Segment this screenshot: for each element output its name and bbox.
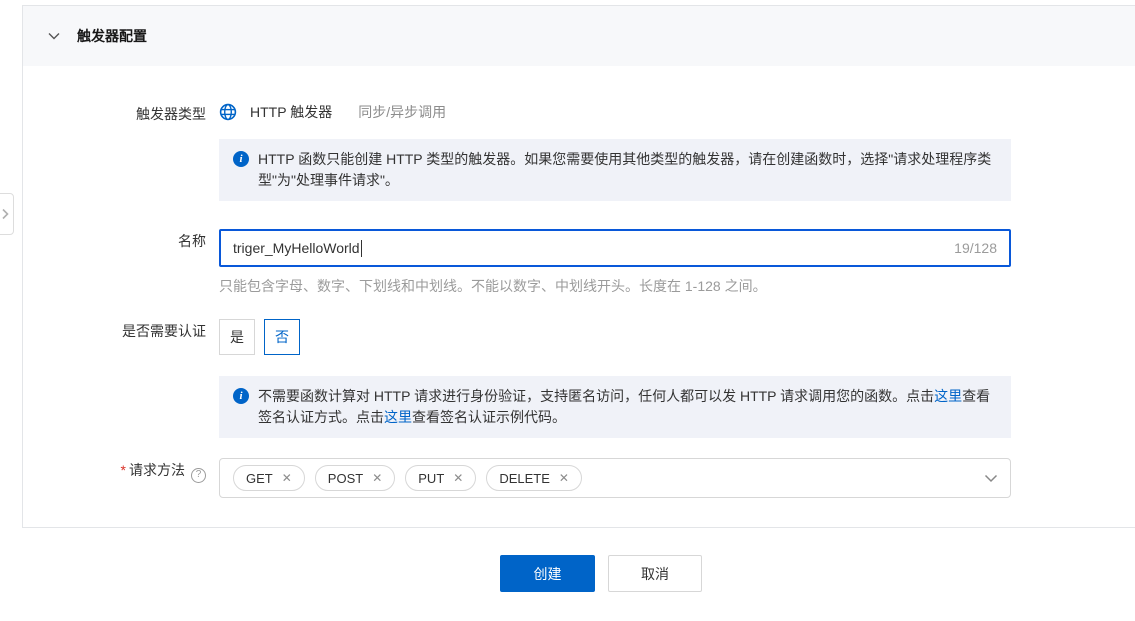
chevron-down-icon xyxy=(48,32,60,40)
remove-tag-icon[interactable]: ✕ xyxy=(282,471,292,485)
method-tag[interactable]: GET ✕ xyxy=(233,465,305,491)
info-icon: i xyxy=(233,151,249,167)
name-helper-text: 只能包含字母、数字、下划线和中划线。不能以数字、中划线开头。长度在 1-128 … xyxy=(219,277,1135,295)
http-trigger-info-text: HTTP 函数只能创建 HTTP 类型的触发器。如果您需要使用其他类型的触发器，… xyxy=(258,149,995,191)
method-tag[interactable]: POST ✕ xyxy=(315,465,395,491)
auth-label: 是否需要认证 xyxy=(23,319,206,341)
auth-info-box: i 不需要函数计算对 HTTP 请求进行身份验证，支持匿名访问，任何人都可以发 … xyxy=(219,376,1011,438)
request-methods-row: *请求方法? GET ✕ POST ✕ PUT ✕ xyxy=(23,458,1135,498)
remove-tag-icon[interactable]: ✕ xyxy=(453,471,463,485)
signature-sample-link[interactable]: 这里 xyxy=(384,409,412,425)
name-input[interactable]: triger_MyHelloWorld 19/128 xyxy=(219,229,1011,267)
method-tag-label: DELETE xyxy=(499,471,550,486)
invocation-mode-label: 同步/异步调用 xyxy=(358,102,446,122)
trigger-type-row: 触发器类型 HTTP 触发器 同步/异步调用 xyxy=(23,102,1135,124)
help-icon[interactable]: ? xyxy=(191,468,206,483)
auth-row: 是否需要认证 是 否 xyxy=(23,319,1135,355)
auth-info-part3: 查看签名认证示例代码。 xyxy=(412,409,566,425)
trigger-config-panel: 触发器配置 触发器类型 HTTP 触发器 同步/异步调用 i xyxy=(22,5,1135,528)
globe-icon xyxy=(219,103,237,121)
method-tag-label: PUT xyxy=(418,471,444,486)
footer-actions: 创建 取消 xyxy=(500,555,702,592)
chevron-down-icon[interactable] xyxy=(984,459,998,497)
char-counter: 19/128 xyxy=(954,231,997,265)
method-tag[interactable]: DELETE ✕ xyxy=(486,465,582,491)
trigger-config-header[interactable]: 触发器配置 xyxy=(23,6,1135,66)
name-input-value: triger_MyHelloWorld xyxy=(233,240,360,256)
auth-option-no[interactable]: 否 xyxy=(264,319,300,355)
remove-tag-icon[interactable]: ✕ xyxy=(372,471,382,485)
method-tag[interactable]: PUT ✕ xyxy=(405,465,476,491)
trigger-type-value: HTTP 触发器 xyxy=(250,102,332,122)
info-icon: i xyxy=(233,388,249,404)
cancel-button[interactable]: 取消 xyxy=(608,555,702,592)
text-caret xyxy=(361,240,362,257)
name-row: 名称 triger_MyHelloWorld 19/128 只能包含字母、数字、… xyxy=(23,229,1135,295)
auth-info-text: 不需要函数计算对 HTTP 请求进行身份验证，支持匿名访问，任何人都可以发 HT… xyxy=(258,386,995,428)
http-trigger-info-box: i HTTP 函数只能创建 HTTP 类型的触发器。如果您需要使用其他类型的触发… xyxy=(219,139,1011,201)
method-tag-label: GET xyxy=(246,471,273,486)
trigger-type-label: 触发器类型 xyxy=(23,102,206,124)
signature-auth-link[interactable]: 这里 xyxy=(934,388,962,404)
methods-multiselect[interactable]: GET ✕ POST ✕ PUT ✕ DELETE ✕ xyxy=(219,458,1011,498)
required-asterisk: * xyxy=(121,462,126,478)
auth-option-yes[interactable]: 是 xyxy=(219,319,255,355)
method-tag-label: POST xyxy=(328,471,363,486)
auth-info-part1: 不需要函数计算对 HTTP 请求进行身份验证，支持匿名访问，任何人都可以发 HT… xyxy=(258,388,934,404)
chevron-right-icon xyxy=(0,208,10,220)
remove-tag-icon[interactable]: ✕ xyxy=(559,471,569,485)
section-title: 触发器配置 xyxy=(77,26,147,46)
methods-label: 请求方法 xyxy=(129,462,185,478)
create-button[interactable]: 创建 xyxy=(500,555,595,592)
name-label: 名称 xyxy=(23,229,206,251)
side-panel-expander[interactable] xyxy=(0,193,14,235)
